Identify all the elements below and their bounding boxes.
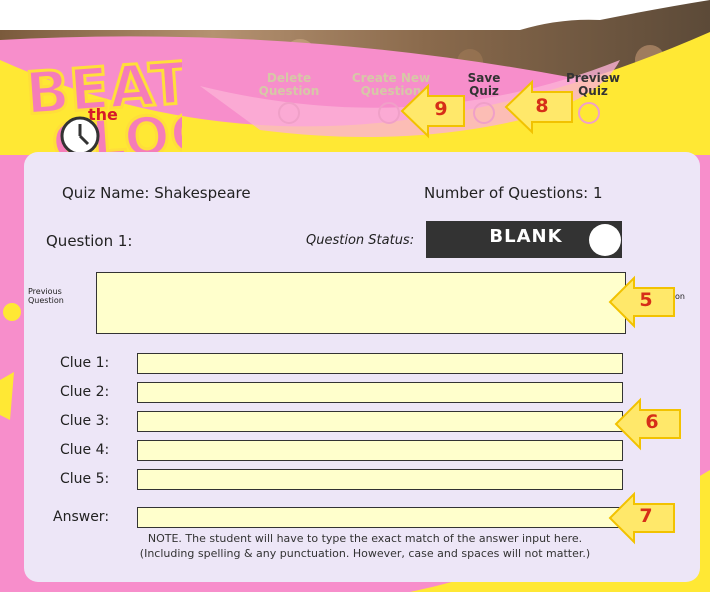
clue-1-input[interactable] bbox=[137, 353, 623, 374]
delete-question-button[interactable]: Delete Question bbox=[254, 72, 324, 98]
question-count-label: Number of Questions: 1 bbox=[424, 184, 603, 202]
answer-input[interactable] bbox=[137, 507, 623, 528]
previous-question-button[interactable]: Previous Question bbox=[28, 287, 72, 305]
app-stage: BEAT CLOCK the Delete Question Create Ne… bbox=[0, 0, 710, 592]
question-status-value: BLANK bbox=[489, 226, 563, 247]
status-toggle-knob[interactable] bbox=[589, 224, 621, 256]
beat-the-clock-logo: BEAT CLOCK the bbox=[22, 50, 182, 168]
callout-number-5: 5 bbox=[639, 289, 653, 311]
clue-5-label: Clue 5: bbox=[60, 471, 110, 487]
clue-4-label: Clue 4: bbox=[60, 442, 110, 458]
clue-1-label: Clue 1: bbox=[60, 355, 110, 371]
answer-note-line-2: (Including spelling & any punctuation. H… bbox=[139, 547, 591, 560]
callout-number-9: 9 bbox=[434, 98, 448, 120]
callout-number-8: 8 bbox=[535, 95, 549, 117]
clue-3-input[interactable] bbox=[137, 411, 623, 432]
clue-4-input[interactable] bbox=[137, 440, 623, 461]
delete-question-indicator[interactable] bbox=[278, 102, 300, 124]
callout-number-6: 6 bbox=[645, 411, 659, 433]
delete-question-label: Delete Question bbox=[258, 71, 320, 98]
quiz-name-label: Quiz Name: Shakespeare bbox=[62, 184, 251, 202]
answer-label: Answer: bbox=[53, 509, 110, 525]
save-quiz-indicator[interactable] bbox=[473, 102, 495, 124]
clue-2-input[interactable] bbox=[137, 382, 623, 403]
preview-quiz-indicator[interactable] bbox=[578, 102, 600, 124]
create-new-question-indicator[interactable] bbox=[378, 102, 400, 124]
save-quiz-label: Save Quiz bbox=[467, 71, 501, 98]
clue-2-label: Clue 2: bbox=[60, 384, 110, 400]
answer-note-line-1: NOTE. The student will have to type the … bbox=[147, 532, 583, 545]
question-status-label: Question Status: bbox=[306, 233, 415, 248]
question-text-input[interactable] bbox=[96, 272, 626, 334]
clock-icon bbox=[60, 116, 100, 156]
callout-number-7: 7 bbox=[639, 505, 653, 527]
question-number-label: Question 1: bbox=[46, 232, 133, 250]
clue-5-input[interactable] bbox=[137, 469, 623, 490]
clue-3-label: Clue 3: bbox=[60, 413, 110, 429]
